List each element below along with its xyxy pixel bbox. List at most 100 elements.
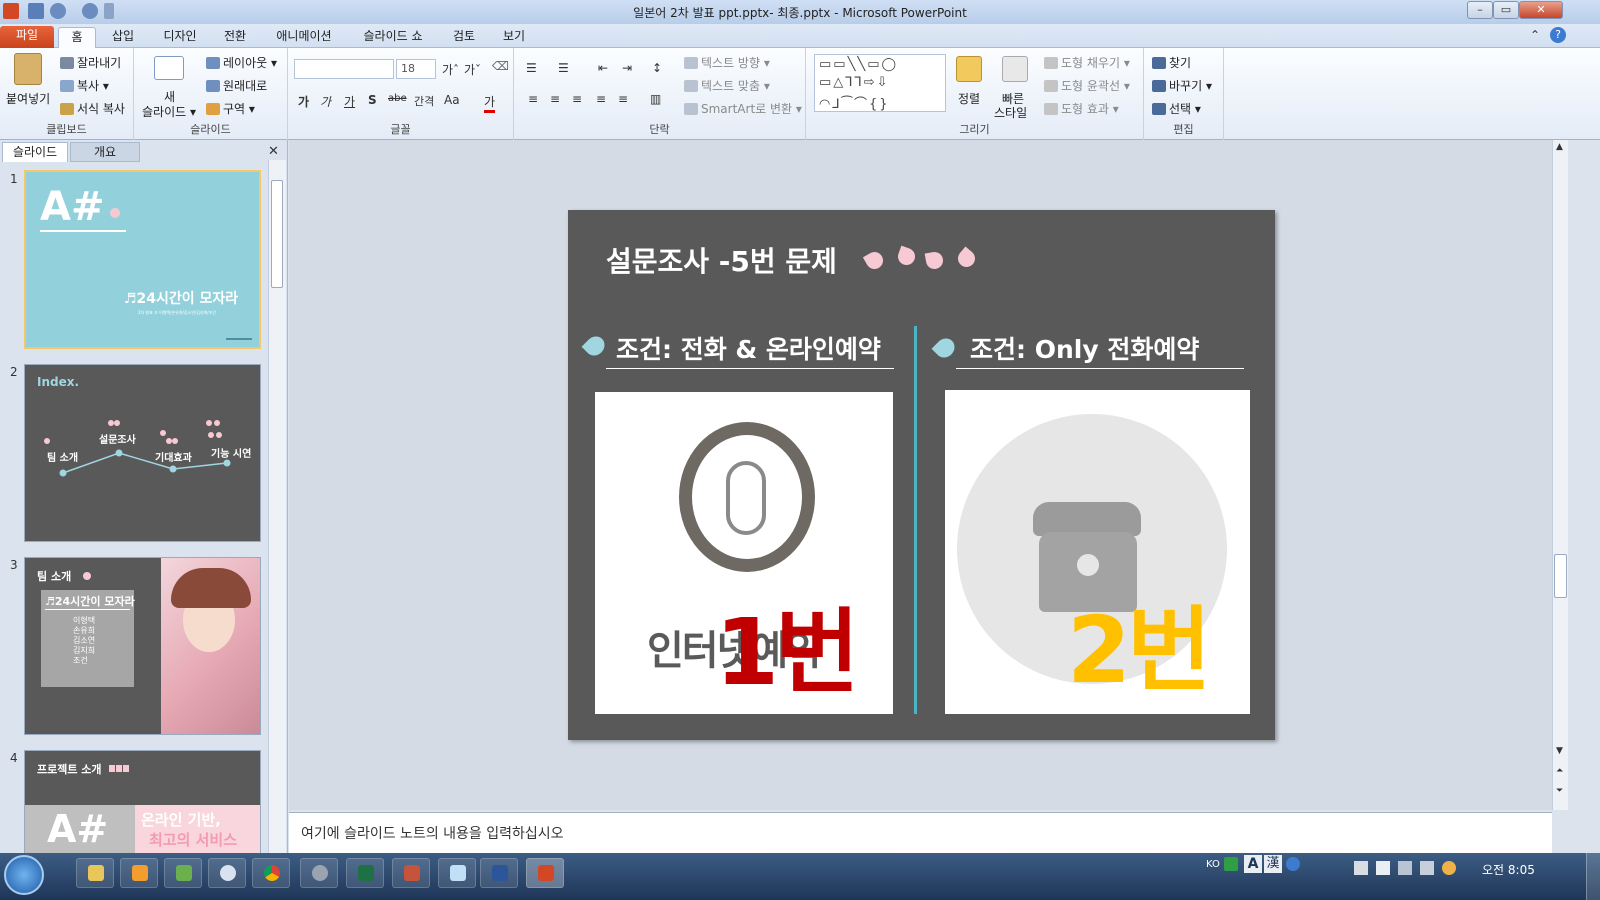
clear-format-icon[interactable]: ⌫	[492, 59, 509, 73]
tab-outline[interactable]: 개요	[70, 142, 140, 162]
tab-review[interactable]: 검토	[444, 27, 484, 48]
font-family-select[interactable]	[294, 59, 394, 79]
network-icon[interactable]	[1398, 861, 1412, 875]
tab-view[interactable]: 보기	[494, 27, 534, 48]
new-slide-button[interactable]: 슬라이드 ▾	[142, 103, 196, 120]
paste-button[interactable]: 붙여넣기	[6, 90, 50, 107]
align-center-icon[interactable]: ≡	[550, 92, 560, 106]
close-pane-icon[interactable]: ✕	[268, 144, 279, 159]
tab-transitions[interactable]: 전환	[215, 27, 255, 48]
collapse-ribbon-icon[interactable]: ⌃	[1530, 28, 1540, 42]
taskbar-explorer[interactable]	[76, 858, 114, 888]
italic-button[interactable]: 가	[320, 93, 331, 110]
new-slide-icon[interactable]	[154, 56, 184, 80]
justify-icon[interactable]: ≡	[596, 92, 606, 106]
thumbnail-scroll-thumb[interactable]	[271, 180, 283, 288]
slide-thumbnail-2[interactable]: Index. 팀 소개 설문조사 기대효과 기능 시연	[24, 364, 261, 542]
tab-home[interactable]: 홈	[58, 27, 96, 48]
underline-button[interactable]: 가	[344, 93, 355, 110]
paste-icon[interactable]	[14, 53, 42, 85]
section-button[interactable]: 구역 ▾	[206, 100, 255, 117]
arrange-button[interactable]: 정렬	[958, 90, 980, 107]
ime-help-icon[interactable]	[1286, 857, 1300, 871]
align-right-icon[interactable]: ≡	[572, 92, 582, 106]
format-painter-button[interactable]: 서식 복사	[60, 100, 125, 117]
phone-reservation-image[interactable]: 2번	[945, 390, 1250, 714]
tab-animations[interactable]: 애니메이션	[268, 27, 340, 48]
notes-placeholder[interactable]: 여기에 슬라이드 노트의 내용을 입력하십시오	[301, 823, 564, 843]
smartart-button[interactable]: SmartArt로 변환 ▾	[684, 100, 802, 117]
distribute-icon[interactable]: ≡	[618, 92, 628, 106]
current-slide[interactable]: 설문조사 -5번 문제 조건: 전화 & 온라인예약 조건: Only 전화예약…	[568, 210, 1275, 740]
select-button[interactable]: 선택 ▾	[1152, 100, 1201, 117]
reset-button[interactable]: 원래대로	[206, 77, 267, 94]
cut-button[interactable]: 잘라내기	[60, 54, 121, 71]
thumbnail-scrollbar[interactable]	[268, 160, 286, 853]
shape-fill-button[interactable]: 도형 채우기 ▾	[1044, 54, 1130, 71]
bullets-icon[interactable]: ☰	[526, 61, 537, 75]
shape-effects-button[interactable]: 도형 효과 ▾	[1044, 100, 1119, 117]
shapes-gallery[interactable]: ▭▭╲╲▭◯ ▭△⅂⅂⇨⇩ ◠⅃⁀⌒{}	[814, 54, 946, 112]
taskbar-word[interactable]	[480, 858, 518, 888]
ime-icon[interactable]	[1224, 857, 1238, 871]
line-spacing-icon[interactable]: ↕	[652, 61, 662, 75]
copy-button[interactable]: 복사 ▾	[60, 77, 109, 94]
strikethrough-button[interactable]: abe	[388, 93, 407, 104]
taskbar-chrome[interactable]	[252, 858, 290, 888]
canvas-scroll-thumb[interactable]	[1554, 554, 1567, 598]
left-heading[interactable]: 조건: 전화 & 온라인예약	[616, 330, 881, 366]
start-button[interactable]	[4, 855, 44, 895]
right-heading[interactable]: 조건: Only 전화예약	[970, 330, 1199, 366]
slide-thumbnail-4[interactable]: 프로젝트 소개 A# 온라인 기반, 최고의 서비스	[24, 750, 261, 853]
increase-indent-icon[interactable]: ⇥	[622, 61, 632, 75]
slide-thumbnail-3[interactable]: 팀 소개 ♬24시간이 모자라 이형택 손유희 김소연 김지희 조건	[24, 557, 261, 735]
next-slide-icon[interactable]: ⏷	[1556, 786, 1563, 796]
arrange-icon[interactable]	[956, 56, 982, 82]
text-direction-button[interactable]: 텍스트 방향 ▾	[684, 54, 770, 71]
tab-slides[interactable]: 슬라이드	[2, 142, 68, 162]
tab-file[interactable]: 파일	[0, 26, 54, 48]
slide-title[interactable]: 설문조사 -5번 문제	[606, 240, 837, 280]
decrease-indent-icon[interactable]: ⇤	[598, 61, 608, 75]
tab-slideshow[interactable]: 슬라이드 쇼	[352, 27, 434, 48]
scroll-down-icon[interactable]: ▼	[1556, 746, 1563, 756]
maximize-button[interactable]: ▭	[1493, 1, 1519, 19]
canvas-scrollbar[interactable]: ▲ ▼ ⏶ ⏷	[1552, 140, 1568, 810]
font-color-button[interactable]: 가	[484, 93, 496, 113]
clock[interactable]: 오전 8:05	[1482, 861, 1535, 878]
tab-design[interactable]: 디자인	[155, 27, 205, 48]
windows-flag-icon[interactable]	[1376, 861, 1390, 875]
tray-app-icon[interactable]	[1442, 861, 1456, 875]
spacing-button[interactable]: 간격	[414, 93, 434, 109]
quick-styles-icon[interactable]	[1002, 56, 1028, 82]
align-left-icon[interactable]: ≡	[528, 92, 538, 106]
language-indicator[interactable]: KO	[1206, 859, 1220, 870]
taskbar-excel[interactable]	[346, 858, 384, 888]
font-size-select[interactable]: 18	[396, 59, 436, 79]
internet-reservation-image[interactable]: 인터넷예약 1번	[595, 392, 893, 714]
scroll-up-icon[interactable]: ▲	[1556, 142, 1563, 152]
quick-styles-button[interactable]: 스타일	[994, 104, 1027, 121]
align-text-button[interactable]: 텍스트 맞춤 ▾	[684, 77, 770, 94]
notes-pane[interactable]: 여기에 슬라이드 노트의 내용을 입력하십시오	[289, 812, 1552, 853]
taskbar-app-6[interactable]	[300, 858, 338, 888]
replace-button[interactable]: 바꾸기 ▾	[1152, 77, 1212, 94]
action-center-icon[interactable]	[1354, 861, 1368, 875]
columns-icon[interactable]: ▥	[650, 92, 661, 106]
slide-thumbnail-1[interactable]: A# ♬24시간이 모자라 2차 발표 조 이형택/손유희/김소연/김지희/조건	[24, 170, 261, 349]
numbering-icon[interactable]: ☰	[558, 61, 569, 75]
taskbar-powerpoint[interactable]	[526, 858, 564, 888]
taskbar-app-8[interactable]	[392, 858, 430, 888]
volume-icon[interactable]	[1420, 861, 1434, 875]
layout-button[interactable]: 레이아웃 ▾	[206, 54, 277, 71]
tab-insert[interactable]: 삽입	[104, 27, 142, 48]
shape-outline-button[interactable]: 도형 윤곽선 ▾	[1044, 77, 1130, 94]
bold-button[interactable]: 가	[298, 93, 309, 110]
taskbar-media-player[interactable]	[120, 858, 158, 888]
ime-mode-indicator[interactable]: A	[1244, 855, 1262, 873]
help-icon[interactable]: ?	[1550, 27, 1566, 43]
taskbar-app-4[interactable]	[208, 858, 246, 888]
show-desktop-button[interactable]	[1586, 853, 1600, 900]
change-case-button[interactable]: Aa	[444, 93, 460, 107]
ime-hanja-indicator[interactable]: 漢	[1264, 855, 1282, 873]
